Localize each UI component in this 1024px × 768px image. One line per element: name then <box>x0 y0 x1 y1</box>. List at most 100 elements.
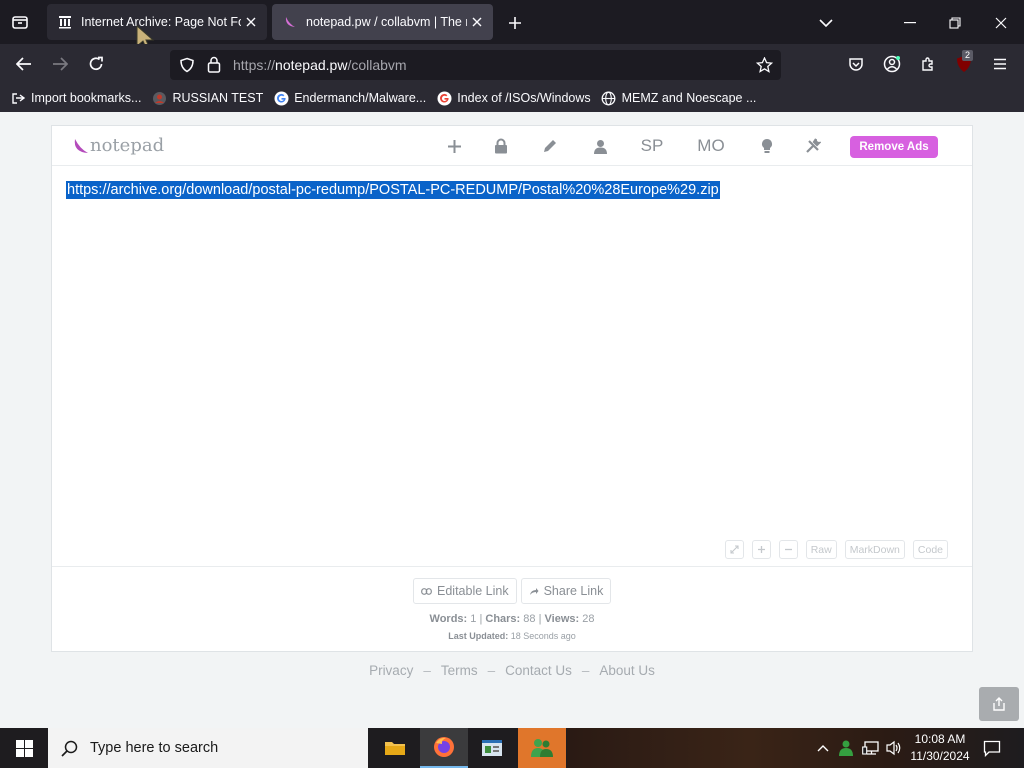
user-green-icon <box>839 740 853 756</box>
list-all-tabs-button[interactable] <box>814 12 838 34</box>
last-updated-label: Last Updated: <box>448 631 509 641</box>
notepad-footer: Editable Link Share Link Words: 1 | Char… <box>52 566 972 652</box>
privacy-link[interactable]: Privacy <box>369 663 413 678</box>
user-button[interactable] <box>588 134 612 158</box>
forward-button[interactable] <box>48 53 72 75</box>
taskbar-clock[interactable]: 10:08 AM 11/30/2024 <box>906 731 974 765</box>
pocket-button[interactable] <box>845 53 867 75</box>
close-icon[interactable] <box>241 12 261 32</box>
font-decrease-button[interactable] <box>778 540 798 559</box>
close-window-button[interactable] <box>989 12 1013 34</box>
bookmark-import[interactable]: Import bookmarks... <box>10 90 141 106</box>
url-host: notepad.pw <box>275 57 348 73</box>
tools-button[interactable] <box>801 134 825 158</box>
lightbulb-icon <box>762 139 772 153</box>
note-editor[interactable]: https://archive.org/download/postal-pc-r… <box>66 181 956 199</box>
minimize-button[interactable] <box>898 12 922 34</box>
restore-button[interactable] <box>943 12 967 34</box>
terms-link[interactable]: Terms <box>441 663 478 678</box>
app-menu-button[interactable] <box>988 53 1012 75</box>
firefox-icon <box>434 737 454 757</box>
taskbar-users-app[interactable] <box>518 728 566 768</box>
bookmark-endermanch[interactable]: Endermanch/Malware... <box>273 90 426 106</box>
pencil-icon <box>544 140 556 152</box>
lock-note-button[interactable] <box>489 134 513 158</box>
notifications-button[interactable] <box>982 738 1002 758</box>
ublock-button[interactable]: 2 <box>952 50 976 75</box>
bookmark-label: RUSSIAN TEST <box>172 91 264 105</box>
editable-link-button[interactable]: Editable Link <box>413 578 517 604</box>
share-icon <box>993 697 1005 711</box>
font-increase-button[interactable] <box>751 540 771 559</box>
shield-icon[interactable] <box>179 57 195 73</box>
start-button[interactable] <box>0 728 48 768</box>
remove-ads-button[interactable]: Remove Ads <box>850 136 938 158</box>
extensions-button[interactable] <box>917 53 939 75</box>
show-hidden-icons-button[interactable] <box>813 738 833 758</box>
volume-button[interactable] <box>884 738 904 758</box>
bookmark-memz[interactable]: MEMZ and Noescape ... <box>601 90 756 106</box>
views-label: Views: <box>544 613 580 625</box>
page-footer-links: Privacy – Terms – Contact Us – About Us <box>0 663 1024 678</box>
plus-icon <box>447 139 461 153</box>
notification-icon <box>983 740 1001 757</box>
lock-icon <box>495 138 507 154</box>
url-path: /collabvm <box>347 57 407 73</box>
taskbar-app-window[interactable] <box>468 728 516 768</box>
last-updated-value: 18 Seconds ago <box>510 631 576 641</box>
theme-button[interactable] <box>755 134 779 158</box>
tab-list-button[interactable] <box>8 11 32 33</box>
lock-icon[interactable] <box>207 56 221 73</box>
rename-button[interactable] <box>538 134 562 158</box>
expand-button[interactable] <box>724 540 744 559</box>
bookmark-russian-test[interactable]: RUSSIAN TEST <box>151 90 263 106</box>
speaker-icon <box>886 740 901 756</box>
words-count: 1 <box>470 613 477 625</box>
separator: – <box>423 663 431 678</box>
views-count: 28 <box>582 613 595 625</box>
search-placeholder: Type here to search <box>90 740 219 756</box>
puzzle-icon <box>922 57 933 71</box>
bookmark-label: Index of /ISOs/Windows <box>457 91 591 105</box>
new-tab-button[interactable] <box>503 11 527 35</box>
network-button[interactable] <box>861 738 881 758</box>
taskbar-search[interactable]: Type here to search <box>48 728 368 768</box>
url-bar[interactable]: https://notepad.pw/collabvm <box>170 50 781 80</box>
logo-text: notepad <box>90 135 165 156</box>
new-note-button[interactable] <box>442 134 466 158</box>
contact-link[interactable]: Contact Us <box>505 663 572 678</box>
url-text[interactable]: https://notepad.pw/collabvm <box>233 57 407 73</box>
tray-user-app[interactable] <box>836 738 856 758</box>
code-button[interactable]: Code <box>912 540 948 559</box>
reload-button[interactable] <box>84 53 108 75</box>
arrow-right-icon <box>53 57 68 71</box>
extension-badge: 2 <box>962 50 974 61</box>
notepad-logo[interactable]: notepad <box>72 135 164 156</box>
taskbar-file-explorer[interactable] <box>371 728 419 768</box>
close-icon[interactable] <box>467 12 487 32</box>
bookmark-index-isos[interactable]: Index of /ISOs/Windows <box>436 90 591 106</box>
taskbar-firefox[interactable] <box>420 728 468 768</box>
share-link-button[interactable]: Share Link <box>520 578 612 604</box>
chars-count: 88 <box>523 613 536 625</box>
chars-label: Chars: <box>485 613 521 625</box>
google-icon <box>436 90 452 106</box>
account-button[interactable] <box>881 53 903 75</box>
markdown-button[interactable]: MarkDown <box>844 540 905 559</box>
raw-button[interactable]: Raw <box>805 540 837 559</box>
tab-notepad[interactable]: notepad.pw / collabvm | The na <box>272 4 493 40</box>
bookmark-label: Endermanch/Malware... <box>294 91 427 105</box>
tab-title: Internet Archive: Page Not Fou <box>81 15 241 29</box>
clock-date: 11/30/2024 <box>910 749 970 763</box>
link-buttons: Editable Link Share Link <box>413 578 612 604</box>
floating-share-button[interactable] <box>979 687 1019 721</box>
tab-internet-archive[interactable]: Internet Archive: Page Not Fou <box>47 4 267 40</box>
navigation-toolbar: https://notepad.pw/collabvm 2 <box>0 44 1024 84</box>
mo-button[interactable]: MO <box>694 134 728 158</box>
star-icon[interactable] <box>756 57 773 73</box>
note-content[interactable]: https://archive.org/download/postal-pc-r… <box>66 181 720 199</box>
back-button[interactable] <box>12 53 36 75</box>
sp-button[interactable]: SP <box>638 134 666 158</box>
tab-list-icon <box>12 16 28 29</box>
about-link[interactable]: About Us <box>599 663 655 678</box>
